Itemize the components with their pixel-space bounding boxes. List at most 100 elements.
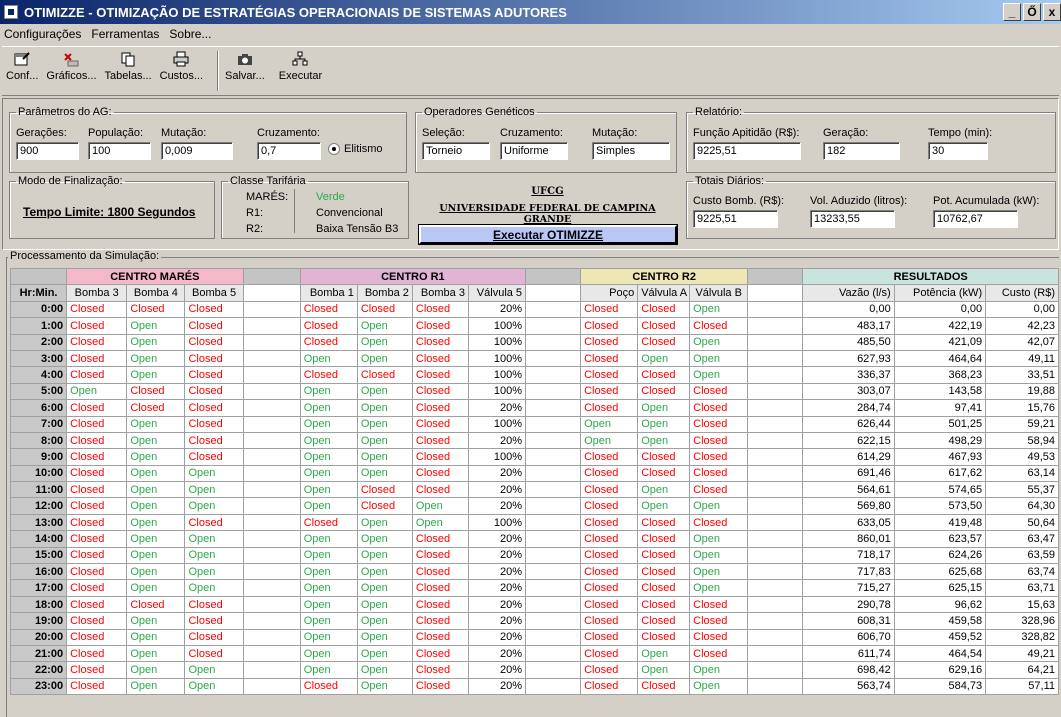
table-row[interactable]: 4:00 Closed Open Closed Closed Closed Closed 10… bbox=[9, 366, 1059, 384]
tabelas-button[interactable]: Tabelas... bbox=[105, 47, 152, 82]
custos-button[interactable]: Custos... bbox=[160, 47, 203, 82]
time-cell: 15:00 bbox=[9, 546, 68, 565]
table-row[interactable]: 18:00 Closed Closed Closed Open Open Closed 20%… bbox=[9, 595, 1059, 614]
row-spacer bbox=[525, 333, 582, 351]
table-row[interactable]: 9:00 Closed Open Closed Open Open Closed 100% Cl… bbox=[9, 448, 1059, 466]
salvar-button[interactable]: Salvar... bbox=[225, 47, 265, 82]
table-row[interactable]: 19:00 Closed Open Closed Open Open Closed 20% Cl… bbox=[9, 612, 1059, 630]
menu-ferramentas[interactable]: Ferramentas bbox=[91, 27, 159, 41]
result-cell: 49,21 bbox=[985, 644, 1059, 663]
result-cell: 715,27 bbox=[802, 579, 895, 597]
result-cell: 625,68 bbox=[893, 563, 987, 581]
result-cell: 459,58 bbox=[893, 612, 987, 630]
column-header: Válvula 5 bbox=[467, 284, 527, 302]
status-cell: Open bbox=[299, 661, 358, 679]
status-cell: Open bbox=[637, 415, 691, 433]
simulation-grid[interactable]: CENTRO MARÉS CENTRO R1 CENTRO R2 RESULTA… bbox=[9, 267, 1059, 696]
elitismo-radio[interactable]: Elitismo bbox=[328, 143, 383, 155]
status-cell: Closed bbox=[66, 448, 128, 466]
geracoes-input[interactable]: 900 bbox=[16, 142, 79, 160]
time-cell: 4:00 bbox=[9, 366, 68, 384]
result-cell: 629,16 bbox=[893, 661, 987, 679]
ag-parameters-group: Parâmetros do AG: bbox=[9, 106, 407, 173]
toolbar: Conf... Gráficos... Tabelas... Custos...… bbox=[2, 46, 1059, 96]
table-row[interactable]: 5:00 Open Closed Closed Open Open Closed 100% Cl… bbox=[9, 382, 1059, 401]
column-header: Bomba 3 bbox=[411, 284, 469, 302]
status-cell: Closed bbox=[66, 546, 128, 565]
geracao-input[interactable]: 182 bbox=[823, 142, 900, 160]
conf-button[interactable]: Conf... bbox=[6, 47, 38, 82]
executar-button[interactable]: Executar bbox=[279, 47, 322, 82]
status-cell: Open bbox=[411, 497, 469, 515]
menu-sobre[interactable]: Sobre... bbox=[169, 27, 211, 41]
status-cell: Closed bbox=[184, 415, 244, 433]
status-cell: Closed bbox=[184, 513, 244, 532]
vol-input[interactable]: 13233,55 bbox=[810, 210, 895, 228]
tempo-input[interactable]: 30 bbox=[928, 142, 988, 160]
graficos-label: Gráficos... bbox=[46, 70, 97, 82]
table-row[interactable]: 11:00 Closed Open Open Open Closed Closed 20% Cl… bbox=[9, 481, 1059, 499]
result-cell: 584,73 bbox=[893, 677, 987, 696]
row-spacer bbox=[242, 530, 301, 548]
op-cruzamento-input[interactable]: Uniforme bbox=[500, 142, 568, 160]
time-cell: 6:00 bbox=[9, 399, 68, 417]
status-cell: Open bbox=[126, 464, 186, 483]
table-row[interactable]: 15:00 Closed Open Open Open Open Closed 20% Clos… bbox=[9, 546, 1059, 565]
cruzamento-input[interactable]: 0,7 bbox=[257, 142, 321, 160]
pot-input[interactable]: 10762,67 bbox=[933, 210, 1018, 228]
funcao-input[interactable]: 9225,51 bbox=[693, 142, 801, 160]
result-cell: 485,50 bbox=[802, 333, 895, 351]
status-cell: Closed bbox=[637, 382, 691, 401]
status-cell: Closed bbox=[689, 612, 749, 630]
table-row[interactable]: 17:00 Closed Open Open Open Open Closed 20% Clos… bbox=[9, 579, 1059, 597]
group-spacer bbox=[242, 267, 301, 286]
graficos-button[interactable]: Gráficos... bbox=[46, 47, 97, 82]
status-cell: Open bbox=[299, 431, 358, 450]
minimize-button[interactable]: _ bbox=[1003, 3, 1021, 21]
table-row[interactable]: 22:00 Closed Open Open Open Open Closed 20% Clos… bbox=[9, 661, 1059, 679]
status-cell: Open bbox=[184, 464, 244, 483]
table-row[interactable]: 3:00 Closed Open Closed Open Open Closed 100% Cl… bbox=[9, 349, 1059, 368]
row-spacer bbox=[525, 415, 582, 433]
row-spacer bbox=[525, 612, 582, 630]
table-row[interactable]: 0:00 Closed Closed Closed Closed Closed Closed… bbox=[9, 300, 1059, 319]
row-spacer bbox=[242, 644, 301, 663]
custo-input[interactable]: 9225,51 bbox=[693, 210, 778, 228]
table-row[interactable]: 1:00 Closed Open Closed Closed Open Closed 100%… bbox=[9, 317, 1059, 335]
row-spacer bbox=[747, 546, 804, 565]
status-cell: Open bbox=[184, 497, 244, 515]
close-button[interactable]: x bbox=[1043, 3, 1061, 21]
status-cell: Closed bbox=[411, 349, 469, 368]
table-row[interactable]: 12:00 Closed Open Open Open Closed Open 20% Clos… bbox=[9, 497, 1059, 515]
table-row[interactable]: 10:00 Closed Open Open Open Open Closed 20% Clos… bbox=[9, 464, 1059, 483]
row-spacer bbox=[525, 481, 582, 499]
table-row[interactable]: 13:00 Closed Open Closed Closed Open Open 100% C… bbox=[9, 513, 1059, 532]
executar-otimizze-button[interactable]: Executar OTIMIZZE bbox=[418, 224, 678, 245]
op-mutacao-input[interactable]: Simples bbox=[592, 142, 670, 160]
menu-configuracoes[interactable]: Configurações bbox=[4, 27, 81, 41]
maximize-button[interactable]: Ő bbox=[1023, 3, 1041, 21]
table-row[interactable]: 14:00 Closed Open Open Open Open Closed 20% Clos… bbox=[9, 530, 1059, 548]
op-cruzamento-label: Cruzamento: bbox=[500, 127, 563, 139]
column-header: Poço bbox=[580, 284, 639, 302]
status-cell: Open bbox=[356, 431, 413, 450]
mutacao-input[interactable]: 0,009 bbox=[161, 142, 233, 160]
table-row[interactable]: 20:00 Closed Open Closed Open Open Closed 20% Cl… bbox=[9, 628, 1059, 646]
table-row[interactable]: 2:00 Closed Open Closed Closed Open Closed 100%… bbox=[9, 333, 1059, 351]
table-row[interactable]: 6:00 Closed Closed Closed Open Open Closed 20% C… bbox=[9, 399, 1059, 417]
table-row[interactable]: 7:00 Closed Open Closed Open Open Closed 100% Op… bbox=[9, 415, 1059, 433]
status-cell: Closed bbox=[66, 300, 128, 319]
status-cell: Closed bbox=[184, 300, 244, 319]
time-cell: 16:00 bbox=[9, 563, 68, 581]
populacao-input[interactable]: 100 bbox=[88, 142, 151, 160]
selecao-input[interactable]: Torneio bbox=[422, 142, 490, 160]
result-cell: 57,11 bbox=[985, 677, 1059, 696]
row-spacer bbox=[242, 595, 301, 614]
table-row[interactable]: 23:00 Closed Open Open Closed Open Closed 20% Cl… bbox=[9, 677, 1059, 696]
valve-percent-cell: 20% bbox=[467, 464, 527, 483]
table-row[interactable]: 8:00 Closed Open Closed Open Open Closed 20% Ope… bbox=[9, 431, 1059, 450]
row-spacer bbox=[747, 382, 804, 401]
table-row[interactable]: 21:00 Closed Open Closed Open Open Closed 20% Cl… bbox=[9, 644, 1059, 663]
status-cell: Open bbox=[184, 579, 244, 597]
table-row[interactable]: 16:00 Closed Open Open Open Open Closed 20% Clos… bbox=[9, 563, 1059, 581]
